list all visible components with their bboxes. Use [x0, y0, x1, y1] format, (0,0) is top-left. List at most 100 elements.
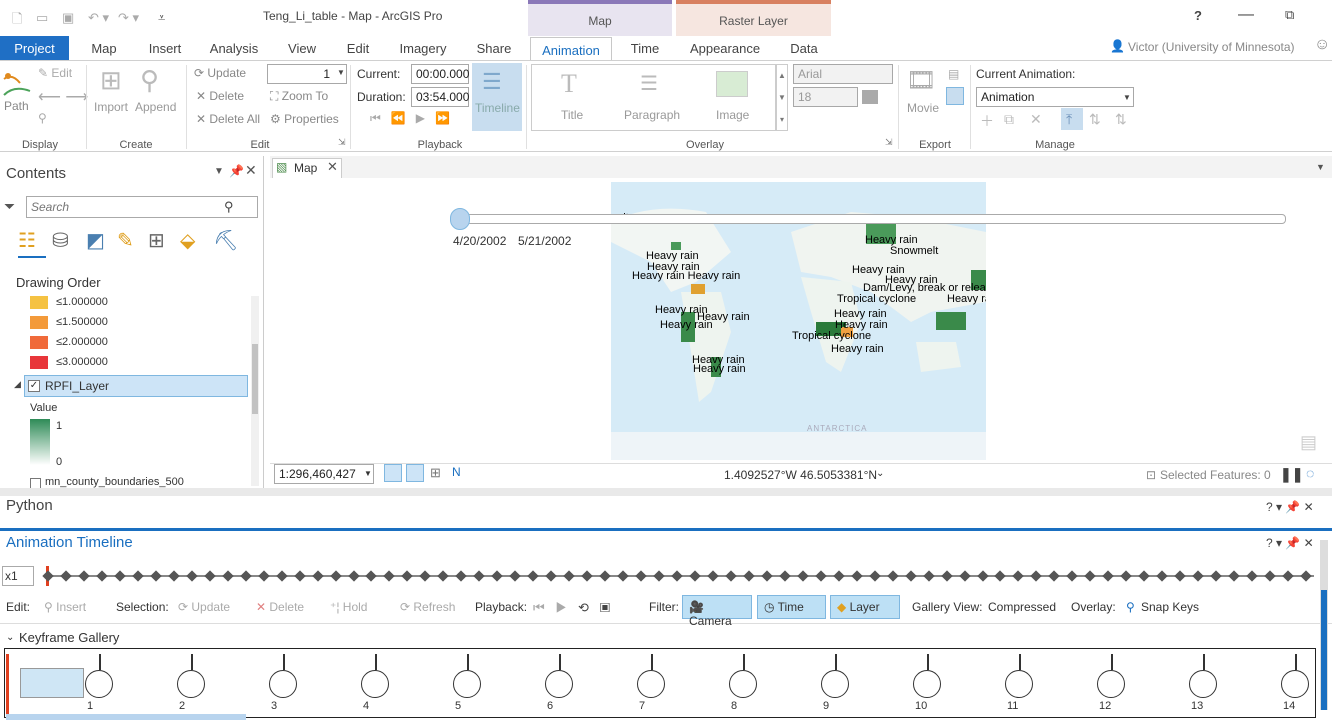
- dialog-launcher-icon[interactable]: ⇲: [338, 137, 346, 148]
- keyframe-diamond[interactable]: [1264, 570, 1276, 582]
- labeling-icon[interactable]: ⬙: [180, 228, 195, 253]
- keyframe-diamond[interactable]: [635, 570, 647, 582]
- keyframe-diamond[interactable]: [1048, 570, 1061, 582]
- keyframe-diamond[interactable]: [60, 570, 72, 582]
- keyframe-diamond[interactable]: [851, 570, 863, 582]
- keyframe-item[interactable]: [1005, 670, 1033, 698]
- north-arrow-icon[interactable]: N: [452, 465, 461, 479]
- user-name[interactable]: Victor (University of Minnesota): [1128, 40, 1295, 54]
- undo-icon[interactable]: ↶ ▾: [88, 10, 109, 26]
- keyframe-diamond[interactable]: [545, 570, 557, 582]
- keyframe-diamond[interactable]: [869, 570, 881, 582]
- tab-project[interactable]: Project: [0, 36, 69, 60]
- keyframe-diamond[interactable]: [509, 570, 521, 582]
- map-toolbox-icon[interactable]: ▤: [1300, 432, 1317, 453]
- keyframe-item[interactable]: [1097, 670, 1125, 698]
- keyframe-diamond[interactable]: [994, 570, 1007, 582]
- keyframe-item[interactable]: [269, 670, 297, 698]
- tab-insert[interactable]: Insert: [141, 36, 189, 60]
- keyframe-diamond[interactable]: [96, 570, 108, 582]
- duplicate-animation-icon[interactable]: ⧉: [1004, 111, 1014, 128]
- grid-icon[interactable]: ⊞: [430, 465, 441, 481]
- scrollbar-thumb[interactable]: [252, 344, 258, 414]
- keyframe-diamond[interactable]: [1120, 570, 1132, 582]
- close-icon[interactable]: ✕: [327, 159, 338, 175]
- pane-splitter[interactable]: [0, 488, 1332, 496]
- movie-button[interactable]: Movie: [907, 101, 939, 115]
- filter-time-button[interactable]: ◷ Time: [757, 595, 826, 619]
- perspective-icon[interactable]: ⛏: [213, 228, 238, 253]
- keyframe-diamond[interactable]: [815, 570, 827, 582]
- tab-data[interactable]: Data: [782, 36, 826, 60]
- customize-icon[interactable]: ⩡: [158, 10, 165, 26]
- collapse-icon[interactable]: ⌄: [6, 632, 14, 643]
- keyframe-diamond[interactable]: [940, 570, 953, 582]
- add-animation-icon[interactable]: ＋: [980, 111, 994, 131]
- keyframe-item[interactable]: [729, 670, 757, 698]
- tab-view[interactable]: View: [280, 36, 324, 60]
- import-button[interactable]: Import: [94, 100, 128, 114]
- keyframe-diamond[interactable]: [1282, 570, 1294, 582]
- keyframe-diamond[interactable]: [1156, 570, 1168, 582]
- keyframe-diamond[interactable]: [1300, 570, 1312, 582]
- keyframe-diamond[interactable]: [976, 570, 989, 582]
- keyframe-diamond[interactable]: [204, 570, 216, 582]
- keyframe-diamond[interactable]: [1012, 570, 1025, 582]
- hold-button[interactable]: ⁺¦ Hold: [330, 600, 367, 614]
- keyframe-diamond[interactable]: [617, 570, 629, 582]
- keyframe-diamond[interactable]: [383, 570, 396, 582]
- keyframe-diamond[interactable]: [886, 570, 899, 582]
- delete-all-button[interactable]: ✕ Delete All: [196, 112, 260, 126]
- keyframe-diamond[interactable]: [347, 570, 360, 582]
- keyframe-diamond[interactable]: [671, 570, 683, 582]
- sort-za-icon[interactable]: ⇅: [1115, 111, 1127, 128]
- notifications-icon[interactable]: ☺: [1314, 36, 1330, 54]
- keyframe-diamond[interactable]: [653, 570, 665, 582]
- help-icon[interactable]: ? ▾ 📌 ✕: [1266, 500, 1314, 514]
- playback-controls-icon[interactable]: ⏮ ▶ ⟲ ▣: [533, 600, 610, 616]
- keyframe-item[interactable]: [821, 670, 849, 698]
- keyframe-diamond[interactable]: [922, 570, 935, 582]
- layer-visibility-checkbox[interactable]: ✓: [28, 380, 40, 392]
- tab-imagery[interactable]: Imagery: [394, 36, 452, 60]
- current-animation-select[interactable]: Animation: [976, 87, 1134, 107]
- map-tool-icon[interactable]: [406, 464, 424, 482]
- font-select[interactable]: Arial: [793, 64, 893, 84]
- refresh-icon[interactable]: ◌: [1306, 465, 1314, 481]
- export-frame-icon[interactable]: ▤: [948, 67, 959, 81]
- update-button[interactable]: ⟳ Update: [194, 66, 246, 80]
- keyframe-diamond[interactable]: [365, 570, 378, 582]
- keyframe-diamond[interactable]: [491, 570, 503, 582]
- keyframe-diamond[interactable]: [329, 570, 342, 582]
- keyframe-diamond[interactable]: [222, 570, 234, 582]
- editing-icon[interactable]: ✎: [117, 228, 134, 253]
- keyframe-diamond[interactable]: [1066, 570, 1079, 582]
- duration-input[interactable]: 03:54.000: [411, 87, 469, 107]
- keyframe-diamond[interactable]: [1138, 570, 1150, 582]
- time-slider-handle[interactable]: [450, 208, 470, 230]
- font-size-select[interactable]: 18: [793, 87, 858, 107]
- chevron-down-icon[interactable]: ⌄: [876, 468, 884, 479]
- minimize-icon[interactable]: —: [1238, 6, 1254, 24]
- gallery-playhead[interactable]: [6, 654, 9, 714]
- keyframe-diamond[interactable]: [599, 570, 611, 582]
- keyframe-diamond[interactable]: [473, 570, 485, 582]
- keyframe-diamond[interactable]: [437, 570, 450, 582]
- tab-time[interactable]: Time: [622, 36, 668, 60]
- keyframe-diamond[interactable]: [401, 570, 414, 582]
- delete-button[interactable]: ✕ Delete: [196, 89, 244, 103]
- keyframe-diamond[interactable]: [581, 570, 593, 582]
- drawing-order-icon[interactable]: ☷: [18, 228, 36, 253]
- filter-icon[interactable]: ⏷: [4, 198, 15, 215]
- properties-button[interactable]: ⚙ Properties: [270, 112, 339, 126]
- keyframe-diamond[interactable]: [240, 570, 252, 582]
- keyframe-diamond[interactable]: [311, 570, 324, 582]
- gallery-view-value[interactable]: Compressed: [988, 600, 1056, 614]
- keyframe-diamond[interactable]: [1030, 570, 1043, 582]
- keyframe-diamond[interactable]: [150, 570, 162, 582]
- sort-az-icon[interactable]: ⇅: [1089, 111, 1101, 128]
- new-icon[interactable]: 🗋: [12, 10, 22, 32]
- keyframe-diamond[interactable]: [132, 570, 144, 582]
- keyframe-diamond[interactable]: [904, 570, 917, 582]
- keyframe-diamond[interactable]: [707, 570, 719, 582]
